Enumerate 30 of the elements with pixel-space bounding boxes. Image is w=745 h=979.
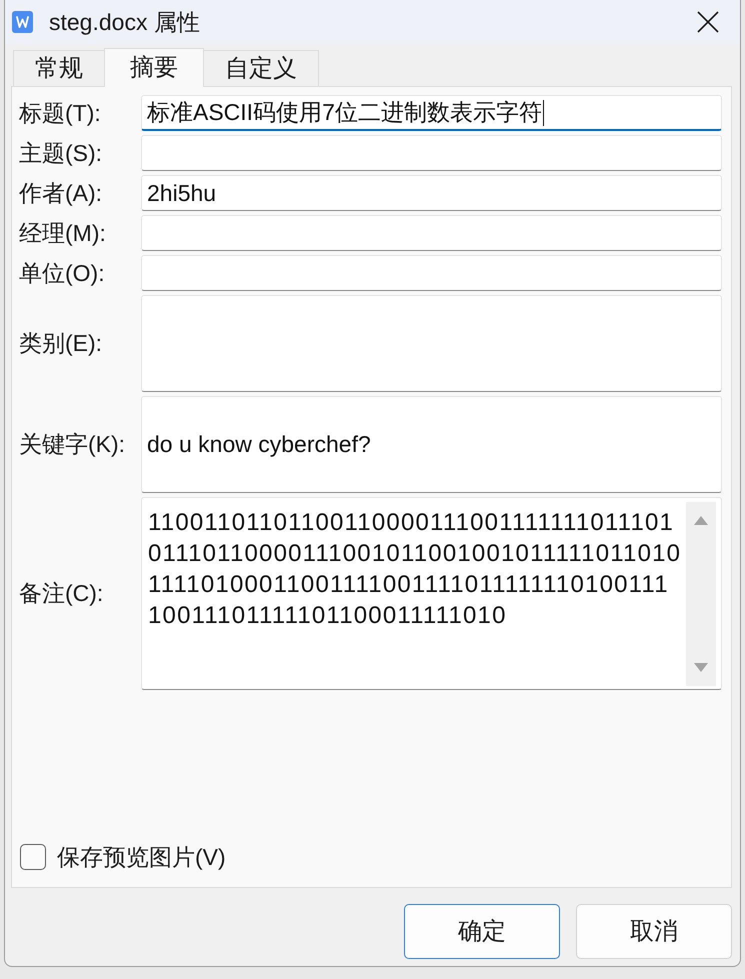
scroll-down-icon[interactable]: [694, 663, 708, 672]
input-field[interactable]: [141, 135, 722, 171]
checkbox[interactable]: [20, 844, 46, 870]
input-field[interactable]: 2hi5hu: [141, 175, 722, 211]
input-field[interactable]: [141, 255, 722, 291]
field-label: 关键字(K):: [19, 430, 126, 460]
tab[interactable]: 自定义: [203, 50, 319, 86]
field-label: 作者(A):: [19, 178, 104, 208]
ok-button[interactable]: 确定: [404, 904, 560, 959]
scroll-up-icon[interactable]: [694, 516, 708, 525]
checkbox-label: 保存预览图片(V): [57, 842, 226, 872]
input-field[interactable]: [141, 215, 722, 251]
tab[interactable]: 常规: [13, 50, 105, 86]
app-icon: [12, 11, 33, 33]
close-icon: [697, 11, 719, 33]
text-cursor-icon: [542, 100, 544, 126]
field-label: 单位(O):: [19, 258, 106, 288]
text-area-field[interactable]: 11001101101100110000111001111111011101011101100001110010110010010111110110101111010001100111100111101111111010011110011101111101100011111010: [141, 497, 722, 690]
scrollbar[interactable]: [686, 502, 716, 686]
field-label: 主题(S):: [19, 138, 104, 168]
tab[interactable]: 摘要: [104, 48, 204, 87]
text-area-field[interactable]: do u know cyberchef?: [141, 396, 722, 493]
text-area-field[interactable]: [141, 295, 722, 392]
field-label: 备注(C):: [19, 579, 104, 608]
field-label: 类别(E):: [19, 329, 104, 358]
field-label: 标题(T):: [19, 98, 102, 128]
cancel-button[interactable]: 取消: [576, 904, 732, 959]
window-title: steg.docx 属性: [49, 8, 200, 37]
field-label: 经理(M):: [19, 218, 107, 248]
input-field[interactable]: 标准ASCII码使用7位二进制数表示字符: [141, 95, 722, 131]
